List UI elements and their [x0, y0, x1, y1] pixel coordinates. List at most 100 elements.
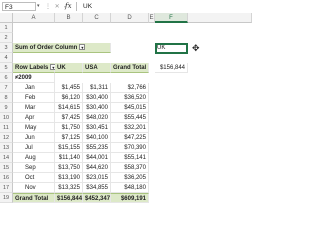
pivot-value-total[interactable]: $36,205 [111, 173, 149, 183]
name-box[interactable]: F3 [2, 2, 36, 11]
active-cell-selection [155, 43, 188, 54]
row-number[interactable]: 7 [0, 83, 13, 93]
row-number[interactable]: 3 [0, 43, 13, 53]
pivot-month-row: 15 Sep $13,750 $44,620 $58,370 [0, 163, 252, 173]
row-number[interactable]: 2 [0, 33, 13, 43]
pivot-month-row: 13 Jul $15,155 $55,235 $70,390 [0, 143, 252, 153]
column-header-d[interactable]: D [111, 13, 149, 23]
grand-total-uk[interactable]: $156,844 [55, 193, 83, 203]
pivot-value-uk[interactable]: $14,615 [55, 103, 83, 113]
pivot-col-usa: USA [83, 63, 111, 73]
row-number[interactable]: 8 [0, 93, 13, 103]
pivot-value-usa[interactable]: $55,235 [83, 143, 111, 153]
row-number[interactable]: 4 [0, 53, 13, 63]
pivot-value-total[interactable]: $36,520 [111, 93, 149, 103]
row-number[interactable]: 9 [0, 103, 13, 113]
pivot-value-field-label[interactable]: Sum of Order [15, 45, 53, 51]
pivot-month-row: 7 Jan $1,455 $1,311 $2,766 [0, 83, 252, 93]
pivot-value-uk[interactable]: $1,750 [55, 123, 83, 133]
cell-f5[interactable]: $156,844 [155, 63, 188, 73]
pivot-value-usa[interactable]: $44,001 [83, 153, 111, 163]
pivot-value-usa[interactable]: $48,020 [83, 113, 111, 123]
pivot-year-group[interactable]: ≠2009 [13, 73, 55, 83]
column-header-a[interactable]: A [13, 13, 55, 23]
pivot-value-usa[interactable]: $23,015 [83, 173, 111, 183]
name-box-dropdown-icon[interactable]: ▾ [37, 3, 40, 9]
pivot-value-total[interactable]: $48,180 [111, 183, 149, 193]
pivot-month-label[interactable]: Mar [13, 103, 55, 113]
pivot-value-total[interactable]: $55,141 [111, 153, 149, 163]
pivot-month-label[interactable]: Jun [13, 133, 55, 143]
formula-input[interactable]: UK [76, 2, 252, 11]
pivot-value-total[interactable]: $32,201 [111, 123, 149, 133]
row-number[interactable]: 10 [0, 113, 13, 123]
pivot-grand-total-row: 19 Grand Total $156,844 $452,347 $609,19… [0, 193, 252, 203]
pivot-month-row: 9 Mar $14,615 $30,400 $45,015 [0, 103, 252, 113]
pivot-value-usa[interactable]: $30,400 [83, 93, 111, 103]
pivot-col-grand-total: Grand Total [111, 63, 149, 73]
pivot-value-total[interactable]: $45,015 [111, 103, 149, 113]
pivot-value-usa[interactable]: $1,311 [83, 83, 111, 93]
column-filter-dropdown-icon[interactable]: ▾ [79, 44, 86, 51]
row-number[interactable]: 14 [0, 153, 13, 163]
row-number[interactable]: 11 [0, 123, 13, 133]
column-header-b[interactable]: B [55, 13, 83, 23]
row-number[interactable]: 17 [0, 183, 13, 193]
select-all-corner[interactable] [0, 13, 13, 23]
formula-bar: F3 ▾ ⋮ ✕ ✓ fx UK [0, 0, 252, 14]
row-number[interactable]: 15 [0, 163, 13, 173]
pivot-value-total[interactable]: $2,766 [111, 83, 149, 93]
column-header-f[interactable]: F [155, 13, 188, 23]
pivot-value-usa[interactable]: $40,100 [83, 133, 111, 143]
pivot-value-total[interactable]: $70,390 [111, 143, 149, 153]
pivot-row-labels-header[interactable]: Row Labels ▾ [13, 63, 57, 73]
pivot-value-total[interactable]: $58,370 [111, 163, 149, 173]
pivot-month-row: 17 Nov $13,325 $34,855 $48,180 [0, 183, 252, 193]
row-number[interactable]: 12 [0, 133, 13, 143]
pivot-value-total[interactable]: $55,445 [111, 113, 149, 123]
sheet-row: 6 ≠2009 [0, 73, 252, 83]
pivot-value-uk[interactable]: $7,425 [55, 113, 83, 123]
pivot-value-uk[interactable]: $13,190 [55, 173, 83, 183]
pivot-month-row: 8 Feb $6,120 $30,400 $36,520 [0, 93, 252, 103]
pivot-month-label[interactable]: Aug [13, 153, 55, 163]
row-number[interactable]: 19 [0, 193, 13, 203]
row-number[interactable]: 16 [0, 173, 13, 183]
sheet-row: 5 Row Labels ▾ UK USA Grand Total $156,84… [0, 63, 252, 73]
pivot-month-label[interactable]: Jan [13, 83, 55, 93]
pivot-month-label[interactable]: Nov [13, 183, 55, 193]
pivot-column-labels[interactable]: Column ▾ [55, 44, 86, 51]
pivot-value-uk[interactable]: $13,325 [55, 183, 83, 193]
pivot-value-uk[interactable]: $7,125 [55, 133, 83, 143]
pivot-month-label[interactable]: Sep [13, 163, 55, 173]
pivot-month-label[interactable]: Jul [13, 143, 55, 153]
insert-function-icon[interactable]: fx [65, 2, 72, 10]
pivot-month-label[interactable]: Apr [13, 113, 55, 123]
pivot-value-usa[interactable]: $34,855 [83, 183, 111, 193]
pivot-col-uk: UK [55, 63, 83, 73]
worksheet-grid[interactable]: A B C D E F 1 2 3 Sum of Order Column ▾ U… [0, 13, 252, 203]
grand-total-all[interactable]: $609,191 [111, 193, 149, 203]
pivot-value-uk[interactable]: $15,155 [55, 143, 83, 153]
pivot-value-uk[interactable]: $6,120 [55, 93, 83, 103]
row-number[interactable]: 13 [0, 143, 13, 153]
pivot-value-uk[interactable]: $11,140 [55, 153, 83, 163]
grand-total-label: Grand Total [13, 193, 55, 203]
pivot-value-total[interactable]: $47,225 [111, 133, 149, 143]
pivot-value-usa[interactable]: $30,451 [83, 123, 111, 133]
row-number[interactable]: 5 [0, 63, 13, 73]
pivot-month-label[interactable]: Feb [13, 93, 55, 103]
grand-total-usa[interactable]: $452,347 [83, 193, 111, 203]
pivot-value-usa[interactable]: $30,400 [83, 103, 111, 113]
pivot-month-label[interactable]: May [13, 123, 55, 133]
pivot-value-uk[interactable]: $1,455 [55, 83, 83, 93]
pivot-value-uk[interactable]: $13,750 [55, 163, 83, 173]
pivot-value-usa[interactable]: $44,620 [83, 163, 111, 173]
column-header-c[interactable]: C [83, 13, 111, 23]
row-number[interactable]: 6 [0, 73, 13, 83]
pivot-month-row: 10 Apr $7,425 $48,020 $55,445 [0, 113, 252, 123]
pivot-month-row: 12 Jun $7,125 $40,100 $47,225 [0, 133, 252, 143]
pivot-month-row: 16 Oct $13,190 $23,015 $36,205 [0, 173, 252, 183]
row-number[interactable]: 1 [0, 23, 13, 33]
pivot-month-label[interactable]: Oct [13, 173, 55, 183]
